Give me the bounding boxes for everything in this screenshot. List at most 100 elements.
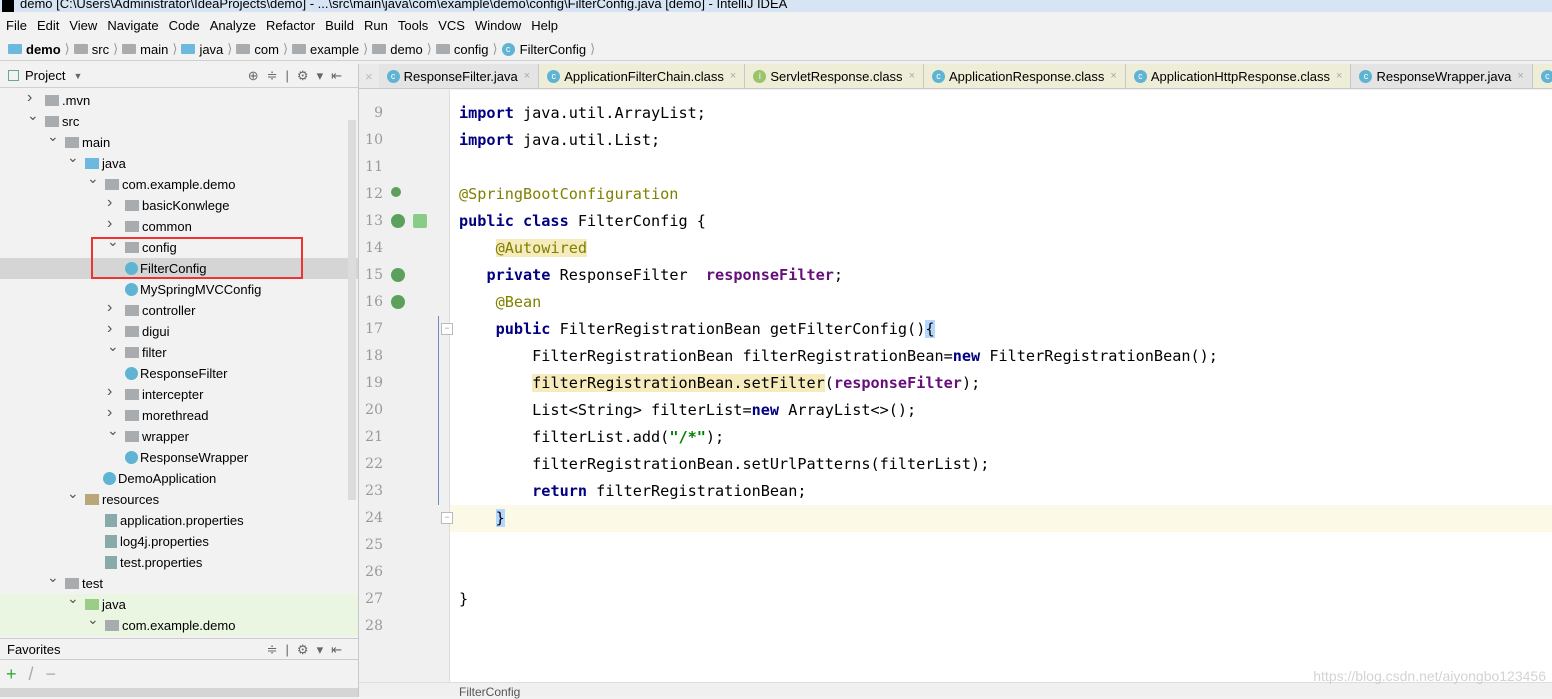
tree-item[interactable]: log4j.properties <box>0 531 358 552</box>
tree-item[interactable]: ⌄ java <box>0 590 358 615</box>
breadcrumb-item[interactable]: com ⟩ <box>236 41 288 57</box>
chevron-right-icon[interactable]: › <box>107 215 117 233</box>
panel-tools[interactable]: ⊕≑|⚙▾⇤ <box>248 68 350 84</box>
menu-window[interactable]: Window <box>475 18 521 33</box>
menu-navigate[interactable]: Navigate <box>107 18 158 33</box>
tab-servletresponse-class[interactable]: i ServletResponse.class × <box>745 64 924 88</box>
favorites-tools[interactable]: ≑|⚙▾⇤ <box>267 642 350 658</box>
breadcrumb-item[interactable]: java ⟩ <box>181 41 232 57</box>
unfold-icon[interactable]: − <box>441 512 453 524</box>
tree-item[interactable]: ⌄ filter <box>0 338 358 363</box>
menu-analyze[interactable]: Analyze <box>210 18 256 33</box>
chevron-down-icon[interactable]: ⌄ <box>67 149 79 166</box>
favorites-item[interactable] <box>0 688 358 697</box>
chevron-down-icon[interactable]: ▼ <box>73 71 82 81</box>
chevron-right-icon[interactable]: › <box>107 299 117 317</box>
menu-run[interactable]: Run <box>364 18 388 33</box>
menu-vcs[interactable]: VCS <box>438 18 465 33</box>
spring-context-icon[interactable] <box>413 214 427 228</box>
menu-help[interactable]: Help <box>531 18 558 33</box>
tree-item[interactable]: › intercepter <box>0 383 358 405</box>
tab-s[interactable]: cS <box>1532 64 1552 88</box>
tree-item[interactable]: › controller <box>0 299 358 321</box>
close-icon[interactable]: × <box>730 70 736 82</box>
breadcrumb-item[interactable]: example ⟩ <box>292 41 368 57</box>
close-icon[interactable]: × <box>1110 70 1116 82</box>
close-icon[interactable]: × <box>359 64 379 88</box>
tree-item[interactable]: MySpringMVCConfig <box>0 279 358 300</box>
tree-item[interactable]: › .mvn <box>0 90 358 111</box>
tree-item[interactable]: DemoApplication <box>0 468 358 489</box>
fold-icon[interactable]: − <box>441 323 453 335</box>
chevron-down-icon[interactable]: ⌄ <box>107 233 119 250</box>
chevron-down-icon[interactable]: ⌄ <box>87 611 99 628</box>
tree-item[interactable]: ⌄ java <box>0 149 358 174</box>
menu-build[interactable]: Build <box>325 18 354 33</box>
edit-icon[interactable]: / <box>29 664 34 685</box>
remove-icon[interactable]: − <box>46 664 57 685</box>
tree-item[interactable]: ⌄ com.example.demo <box>0 170 358 195</box>
menu-file[interactable]: File <box>6 18 27 33</box>
autowired-navigate-icon[interactable] <box>391 268 405 282</box>
tab-responsefilter-java[interactable]: c ResponseFilter.java × <box>378 64 540 88</box>
tab-responsewrapper-java[interactable]: c ResponseWrapper.java × <box>1351 64 1533 88</box>
favorites-title: Favorites <box>7 641 61 657</box>
chevron-down-icon[interactable]: ⌄ <box>107 338 119 355</box>
tree-item[interactable]: › common <box>0 215 358 237</box>
project-tree-scrollbar[interactable] <box>348 120 356 500</box>
chevron-right-icon[interactable]: › <box>27 90 37 107</box>
tree-item[interactable]: ⌄ config <box>0 233 358 258</box>
package-icon <box>125 221 139 232</box>
tree-item[interactable]: FilterConfig <box>0 258 358 279</box>
menu-edit[interactable]: Edit <box>37 18 59 33</box>
tree-item[interactable]: ⌄ wrapper <box>0 422 358 447</box>
tree-item[interactable]: ResponseFilter <box>0 363 358 384</box>
tree-item[interactable]: ⌄ test <box>0 569 358 594</box>
tab-applicationfilterchain-class[interactable]: c ApplicationFilterChain.class × <box>539 64 746 88</box>
menu-view[interactable]: View <box>69 18 97 33</box>
tree-item[interactable]: application.properties <box>0 510 358 531</box>
chevron-down-icon[interactable]: ⌄ <box>47 128 59 145</box>
breadcrumb-item[interactable]: main ⟩ <box>122 41 177 57</box>
close-icon[interactable]: × <box>524 70 530 82</box>
menu-code[interactable]: Code <box>169 18 200 33</box>
spring-bean-icon[interactable] <box>391 187 401 197</box>
chevron-down-icon[interactable]: ⌄ <box>47 569 59 586</box>
tree-item[interactable]: › digui <box>0 320 358 342</box>
code-token: List<String> filterList= <box>459 401 752 419</box>
tab-applicationresponse-class[interactable]: c ApplicationResponse.class × <box>924 64 1126 88</box>
breadcrumb-item[interactable]: config ⟩ <box>435 41 498 57</box>
bean-navigate-icon[interactable] <box>391 295 405 309</box>
chevron-right-icon[interactable]: › <box>107 404 117 422</box>
tab-applicationhttpresponse-class[interactable]: c ApplicationHttpResponse.class × <box>1125 64 1352 88</box>
spring-config-icon[interactable] <box>391 214 405 228</box>
breadcrumb-item[interactable]: demo ⟩ <box>372 41 432 57</box>
chevron-down-icon[interactable]: ⌄ <box>107 422 119 439</box>
tree-item[interactable]: ⌄ com.example.demo <box>0 611 358 636</box>
breadcrumb-item[interactable]: c FilterConfig ⟩ <box>501 41 595 57</box>
menu-refactor[interactable]: Refactor <box>266 18 315 33</box>
chevron-right-icon[interactable]: › <box>107 194 117 212</box>
line-number: 17 <box>365 321 383 337</box>
tree-item[interactable]: › morethread <box>0 404 358 426</box>
chevron-down-icon[interactable]: ⌄ <box>87 170 99 187</box>
chevron-down-icon[interactable]: ⌄ <box>67 590 79 607</box>
breadcrumb-item[interactable]: demo ⟩ <box>8 41 70 57</box>
chevron-right-icon[interactable]: › <box>107 320 117 338</box>
project-view-selector[interactable]: Project <box>25 68 65 83</box>
tree-item[interactable]: ⌄ resources <box>0 485 358 510</box>
breadcrumb-item[interactable]: src ⟩ <box>73 41 118 57</box>
tree-item[interactable]: ⌄ main <box>0 128 358 153</box>
tree-item[interactable]: ResponseWrapper <box>0 447 358 468</box>
folder-icon <box>45 95 59 106</box>
chevron-right-icon[interactable]: › <box>107 383 117 401</box>
menu-tools[interactable]: Tools <box>398 18 428 33</box>
close-icon[interactable]: × <box>1517 70 1523 82</box>
close-icon[interactable]: × <box>909 70 915 82</box>
chevron-down-icon[interactable]: ⌄ <box>27 107 39 124</box>
chevron-down-icon[interactable]: ⌄ <box>67 485 79 502</box>
code-editor[interactable]: 9 10 11 12 13 14 15 16 17 18 19 20 21 22 23 24 25 26 27 28 … <box>359 90 1552 682</box>
add-icon[interactable]: + <box>6 664 17 685</box>
close-icon[interactable]: × <box>1336 70 1342 82</box>
tree-item[interactable]: › basicKonwlege <box>0 194 358 216</box>
